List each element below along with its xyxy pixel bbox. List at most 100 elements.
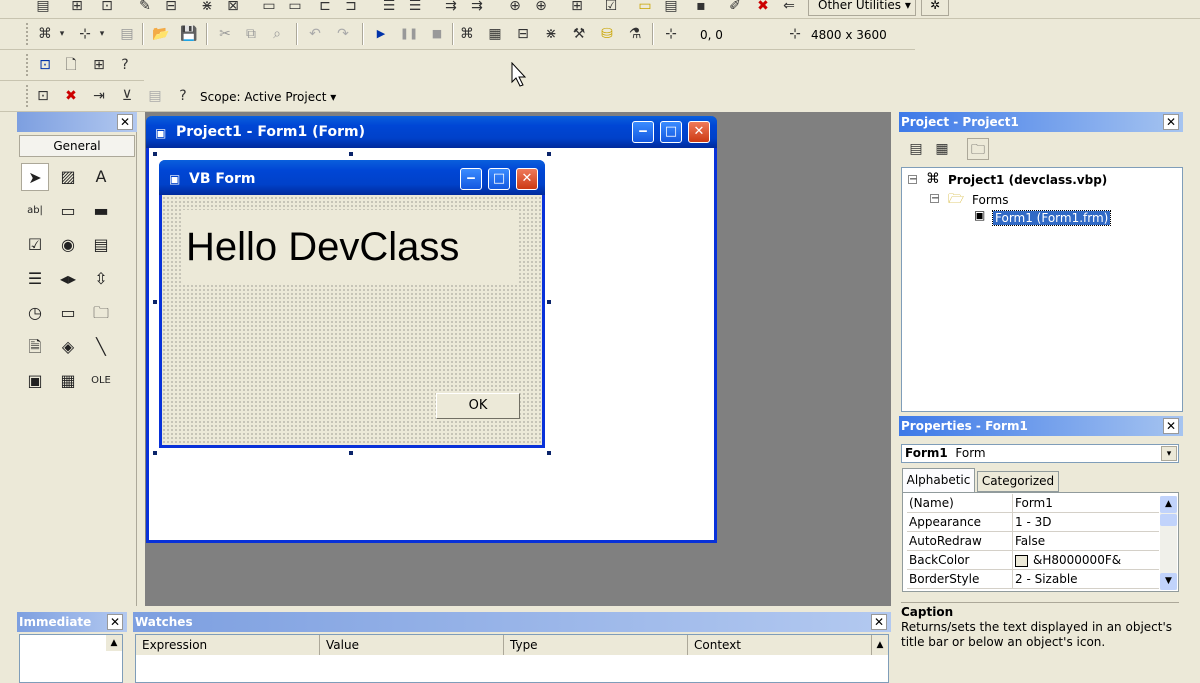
selection-handle[interactable] (152, 299, 158, 305)
ok-button[interactable]: OK (436, 393, 520, 419)
tool-icon[interactable]: ⊟ (160, 0, 182, 17)
list-icon[interactable]: ☰ (378, 0, 400, 17)
scroll-thumb[interactable] (1160, 514, 1177, 526)
pen-icon[interactable]: ✐ (724, 0, 746, 17)
bring-to-front-icon[interactable]: ⊡ (34, 54, 56, 76)
tool-icon[interactable]: ▤ (660, 0, 682, 17)
vb-form[interactable]: VB Form ▣ ‒ □ ✕ Hello DevClass OK (159, 160, 545, 448)
property-row[interactable]: Appearance 1 - 3D (907, 513, 1159, 532)
list-icon[interactable]: ☰ (404, 0, 426, 17)
undo-icon[interactable]: ↶ (304, 23, 326, 45)
tool-icon[interactable]: ▭ (258, 0, 280, 17)
add-project-icon[interactable]: ⌘ (34, 23, 56, 45)
checkbox-icon[interactable]: ☑ (21, 231, 49, 259)
column-header-value[interactable]: Value (320, 635, 504, 655)
align-icon[interactable]: ⊞ (88, 54, 110, 76)
toolbox-icon[interactable]: ⚒ (568, 23, 590, 45)
scroll-up-icon[interactable]: ▲ (1160, 496, 1177, 513)
picturebox-icon[interactable]: ▨ (54, 163, 82, 191)
object-browser-icon[interactable]: ⋇ (540, 23, 562, 45)
tool-icon[interactable]: ⇐ (778, 0, 800, 17)
toolbox-close-icon[interactable]: ✕ (117, 114, 133, 130)
shape-icon[interactable]: ◈ (54, 333, 82, 361)
scroll-up-icon[interactable]: ▲ (872, 635, 888, 655)
minimize-button[interactable]: ‒ (632, 121, 654, 143)
scope-dropdown[interactable]: Scope: Active Project ▾ (200, 90, 345, 108)
tool-icon[interactable]: ⊏ (314, 0, 336, 17)
menu-editor-icon[interactable]: ▤ (32, 0, 54, 17)
note-icon[interactable]: ▭ (634, 0, 656, 17)
tool-icon[interactable]: ⇉ (440, 0, 462, 17)
property-value[interactable]: 2 - Sizable (1015, 570, 1078, 589)
combobox-icon[interactable]: ▤ (87, 231, 115, 259)
properties-window-icon[interactable]: ▦ (484, 23, 506, 45)
selection-handle[interactable] (546, 299, 552, 305)
break-icon[interactable]: ❚❚ (398, 23, 420, 45)
new-document-icon[interactable]: 🗋 (60, 54, 82, 76)
optionbutton-icon[interactable]: ◉ (54, 231, 82, 259)
help-icon[interactable]: ? (114, 54, 136, 76)
watches-list[interactable]: Expression Value Type Context ▲ (135, 634, 889, 683)
property-scrollbar[interactable]: ▲ ▼ (1160, 496, 1177, 590)
disabled-icon[interactable]: ▤ (144, 85, 166, 107)
add-form-icon[interactable]: ⊹ (74, 23, 96, 45)
dropdown-arrow-icon[interactable]: ▾ (96, 23, 108, 45)
selection-handle[interactable] (348, 450, 354, 456)
redo-icon[interactable]: ↷ (332, 23, 354, 45)
open-folder-icon[interactable]: 📂 (150, 23, 172, 45)
dropdown-arrow-icon[interactable]: ▾ (56, 23, 68, 45)
frame-icon[interactable]: ▭ (54, 197, 82, 225)
tab-alphabetic[interactable]: Alphabetic (902, 468, 975, 492)
project-close-icon[interactable]: ✕ (1163, 114, 1179, 130)
project-root-node[interactable]: Project1 (devclass.vbp) (948, 173, 1107, 187)
property-value[interactable]: 1 - 3D (1015, 513, 1051, 532)
selection-handle[interactable] (546, 151, 552, 157)
pointer-icon[interactable]: ➤ (21, 163, 49, 191)
end-icon[interactable]: ■ (426, 23, 448, 45)
selection-handle[interactable] (152, 151, 158, 157)
maximize-button[interactable]: □ (660, 121, 682, 143)
toggle-folders-icon[interactable]: 🗀 (967, 138, 989, 160)
collapse-icon[interactable]: − (930, 194, 939, 204)
filelistbox-icon[interactable]: 🗎 (21, 333, 49, 361)
label-icon[interactable]: A (87, 163, 115, 191)
tool-icon[interactable]: ⊕ (504, 0, 526, 17)
tool-icon[interactable]: ⊞ (566, 0, 588, 17)
new-icon[interactable]: ⊡ (32, 85, 54, 107)
visual-component-manager-icon[interactable]: ⚗ (624, 23, 646, 45)
timer-icon[interactable]: ◷ (21, 299, 49, 327)
tool-icon[interactable]: ⇉ (466, 0, 488, 17)
properties-close-icon[interactable]: ✕ (1163, 418, 1179, 434)
tool-icon[interactable]: ⊠ (222, 0, 244, 17)
selection-handle[interactable] (152, 450, 158, 456)
textbox-icon[interactable]: ab| (21, 197, 49, 225)
remove-icon[interactable]: ✖ (60, 85, 82, 107)
form-close-button[interactable]: ✕ (516, 168, 538, 190)
dirlistbox-icon[interactable]: 🗀 (87, 299, 115, 327)
save-icon[interactable]: ▪ (690, 0, 712, 17)
column-header-context[interactable]: Context (688, 635, 872, 655)
property-row[interactable]: AutoRedraw False (907, 532, 1159, 551)
find-icon[interactable]: ⌕ (266, 23, 288, 45)
scroll-up-icon[interactable]: ▲ (106, 635, 122, 651)
tool-icon[interactable]: ⊐ (340, 0, 362, 17)
property-row[interactable]: (Name) Form1 (907, 494, 1159, 513)
column-header-expression[interactable]: Expression (136, 635, 320, 655)
image-icon[interactable]: ▣ (21, 367, 49, 395)
start-icon[interactable]: ▶ (370, 23, 392, 45)
scroll-down-icon[interactable]: ▼ (1160, 573, 1177, 590)
tool-icon[interactable]: ⋇ (196, 0, 218, 17)
hscrollbar-icon[interactable]: ◂▸ (54, 265, 82, 293)
selection-handle[interactable] (348, 151, 354, 157)
property-value[interactable]: Form1 (1015, 494, 1053, 513)
tool-icon[interactable]: ▭ (284, 0, 306, 17)
form-maximize-button[interactable]: □ (488, 168, 510, 190)
property-row[interactable]: BorderStyle 2 - Sizable (907, 570, 1159, 589)
vscrollbar-icon[interactable]: ⇳ (87, 265, 115, 293)
toolbox-general-tab[interactable]: General (19, 135, 135, 157)
tab-categorized[interactable]: Categorized (977, 471, 1059, 492)
other-utilities-dropdown[interactable]: Other Utilities ▾ (808, 0, 916, 16)
immediate-close-icon[interactable]: ✕ (107, 614, 123, 630)
watches-close-icon[interactable]: ✕ (871, 614, 887, 630)
add-form-icon[interactable]: ⊞ (66, 0, 88, 17)
